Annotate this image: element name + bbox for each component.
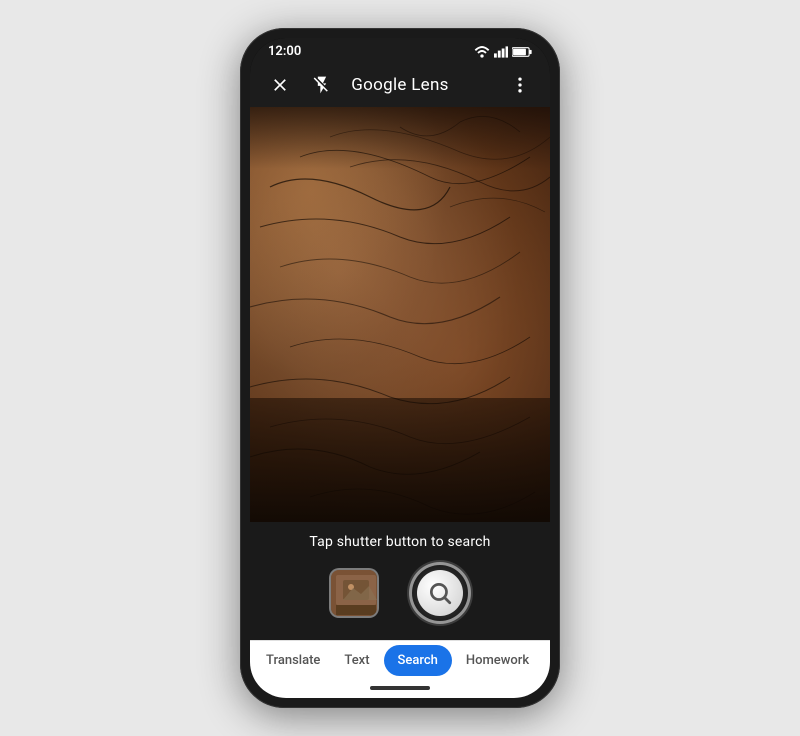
shutter-inner-circle bbox=[417, 570, 463, 616]
tab-search[interactable]: Search bbox=[384, 645, 452, 676]
tab-translate[interactable]: Translate bbox=[254, 641, 332, 680]
title-lens: Lens bbox=[407, 75, 449, 95]
gallery-button[interactable] bbox=[329, 568, 379, 618]
close-button[interactable] bbox=[266, 71, 294, 99]
hair-texture-svg bbox=[250, 107, 550, 522]
battery-icon bbox=[512, 46, 532, 58]
hint-text: Tap shutter button to search bbox=[250, 522, 550, 558]
tab-bar: Translate Text Search Homework Shoppi... bbox=[250, 640, 550, 680]
app-header: Google Lens bbox=[250, 63, 550, 107]
signal-icon bbox=[494, 46, 508, 58]
status-bar: 12:00 bbox=[250, 38, 550, 63]
header-left-actions bbox=[266, 71, 336, 99]
shutter-button[interactable] bbox=[409, 562, 471, 624]
shutter-search-icon bbox=[427, 580, 453, 606]
home-indicator bbox=[250, 680, 550, 698]
flash-off-button[interactable] bbox=[308, 71, 336, 99]
home-bar bbox=[370, 686, 430, 690]
title-google: Google bbox=[351, 75, 406, 95]
phone-screen: 12:00 bbox=[250, 38, 550, 698]
tab-text[interactable]: Text bbox=[332, 641, 381, 680]
app-title: Google Lens bbox=[351, 75, 449, 95]
gallery-icon bbox=[331, 570, 379, 618]
bottom-controls: Tap shutter button to search bbox=[250, 522, 550, 640]
status-time: 12:00 bbox=[268, 44, 301, 59]
phone-frame: 12:00 bbox=[240, 28, 560, 708]
status-icons bbox=[474, 46, 532, 58]
tab-homework[interactable]: Homework bbox=[454, 641, 541, 680]
camera-preview bbox=[250, 107, 550, 522]
more-options-button[interactable] bbox=[506, 71, 534, 99]
controls-row bbox=[250, 558, 550, 640]
gallery-thumbnail bbox=[331, 570, 377, 616]
camera-viewfinder[interactable] bbox=[250, 107, 550, 522]
tab-shopping[interactable]: Shoppi... bbox=[541, 641, 550, 680]
wifi-icon bbox=[474, 46, 490, 58]
